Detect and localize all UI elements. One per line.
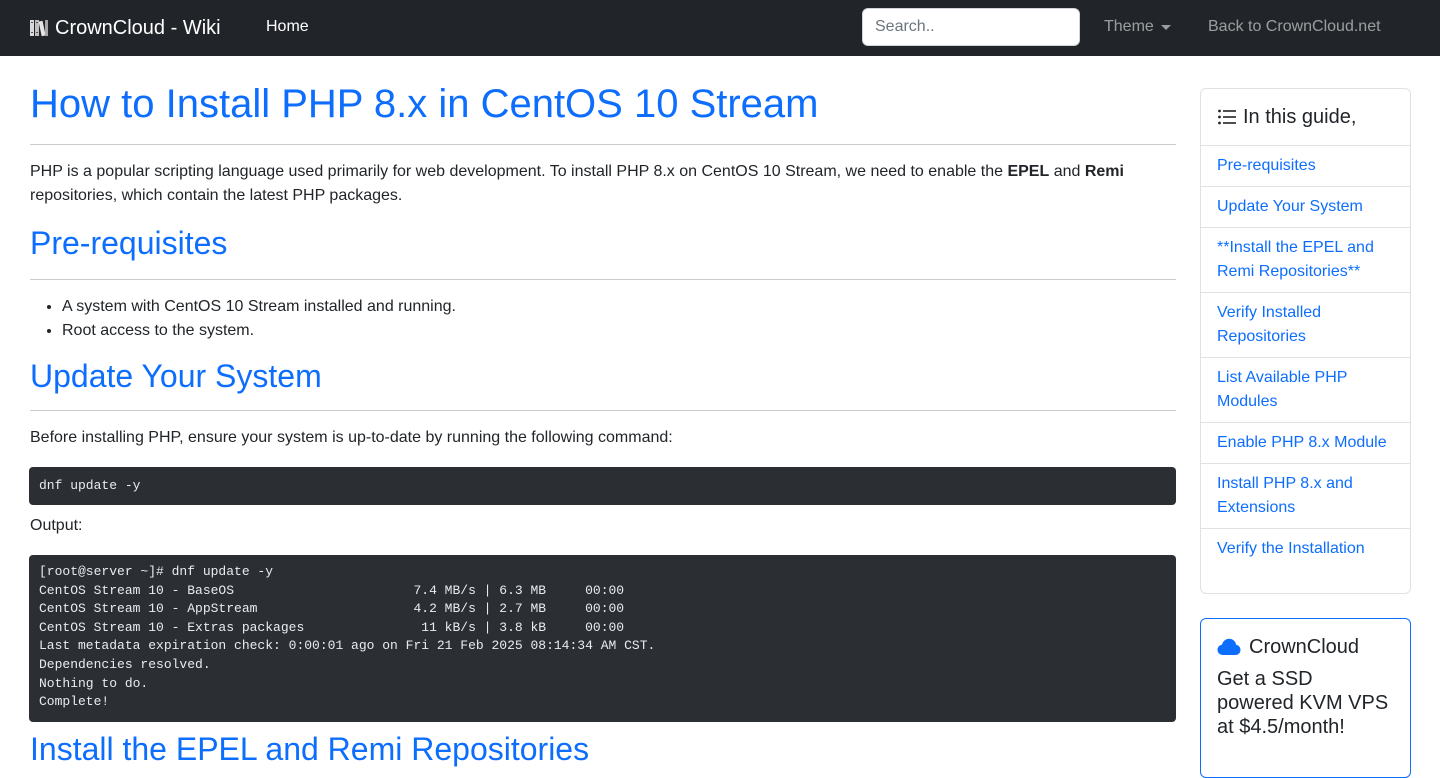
toc-item-enable-module[interactable]: Enable PHP 8.x Module [1201, 423, 1410, 464]
brand-link[interactable]: CrownCloud - Wiki [29, 14, 221, 42]
back-to-site-link[interactable]: Back to CrownCloud.net [1208, 17, 1381, 37]
code-block-update: dnf update -y [29, 467, 1176, 505]
toc-item-list-modules[interactable]: List Available PHP Modules [1201, 358, 1410, 423]
intro-epel: EPEL [1007, 163, 1050, 180]
list-item: Root access to the system. [62, 319, 456, 343]
promo-card[interactable]: CrownCloud Get a SSD powered KVM VPS at … [1200, 618, 1411, 778]
promo-text: Get a SSD powered KVM VPS at $4.5/month! [1217, 668, 1389, 738]
top-navbar: CrownCloud - Wiki Home Theme Back to Cro… [0, 0, 1440, 56]
intro-and: and [1049, 163, 1085, 180]
list-item: A system with CentOS 10 Stream installed… [62, 295, 456, 319]
prereq-list: A system with CentOS 10 Stream installed… [62, 295, 456, 343]
intro-remi: Remi [1084, 163, 1124, 180]
intro-paragraph: PHP is a popular scripting language used… [30, 160, 1176, 208]
divider [30, 410, 1176, 411]
toc-item-verify-repos[interactable]: Verify Installed Repositories [1201, 293, 1410, 358]
list-icon [1218, 109, 1236, 125]
promo-title: CrownCloud [1249, 636, 1360, 658]
toc-item-install-php[interactable]: Install PHP 8.x and Extensions [1201, 464, 1410, 529]
divider [30, 144, 1176, 145]
page-title: How to Install PHP 8.x in CentOS 10 Stre… [30, 82, 819, 126]
toc-item-update-system[interactable]: Update Your System [1201, 187, 1410, 228]
theme-label: Theme [1104, 18, 1154, 35]
cloud-icon [1217, 638, 1241, 655]
intro-text: PHP is a popular scripting language used… [30, 163, 1008, 180]
toc-item-prerequisites[interactable]: Pre-requisites [1201, 146, 1410, 187]
toc-title: In this guide, [1243, 105, 1357, 128]
code-block-output: [root@server ~]# dnf update -y CentOS St… [29, 555, 1176, 722]
nav-home-link[interactable]: Home [266, 17, 309, 37]
update-paragraph: Before installing PHP, ensure your syste… [30, 429, 673, 446]
toc-header: In this guide, [1201, 89, 1410, 146]
theme-dropdown[interactable]: Theme [1104, 17, 1171, 37]
output-label: Output: [30, 517, 83, 534]
search-input[interactable] [862, 8, 1080, 46]
books-icon [30, 20, 48, 37]
intro-text-end: repositories, which contain the latest P… [30, 187, 403, 204]
update-heading: Update Your System [30, 358, 322, 394]
prereq-heading: Pre-requisites [30, 225, 228, 261]
toc-item-verify-install[interactable]: Verify the Installation [1201, 529, 1410, 569]
brand-text: CrownCloud - Wiki [55, 16, 221, 39]
caret-down-icon [1160, 24, 1171, 30]
divider [30, 279, 1176, 280]
epel-heading: Install the EPEL and Remi Repositories [30, 731, 590, 767]
table-of-contents: In this guide, Pre-requisites Update You… [1200, 88, 1411, 594]
promo-header: CrownCloud [1217, 635, 1394, 659]
toc-item-install-repos[interactable]: **Install the EPEL and Remi Repositories… [1201, 228, 1410, 293]
